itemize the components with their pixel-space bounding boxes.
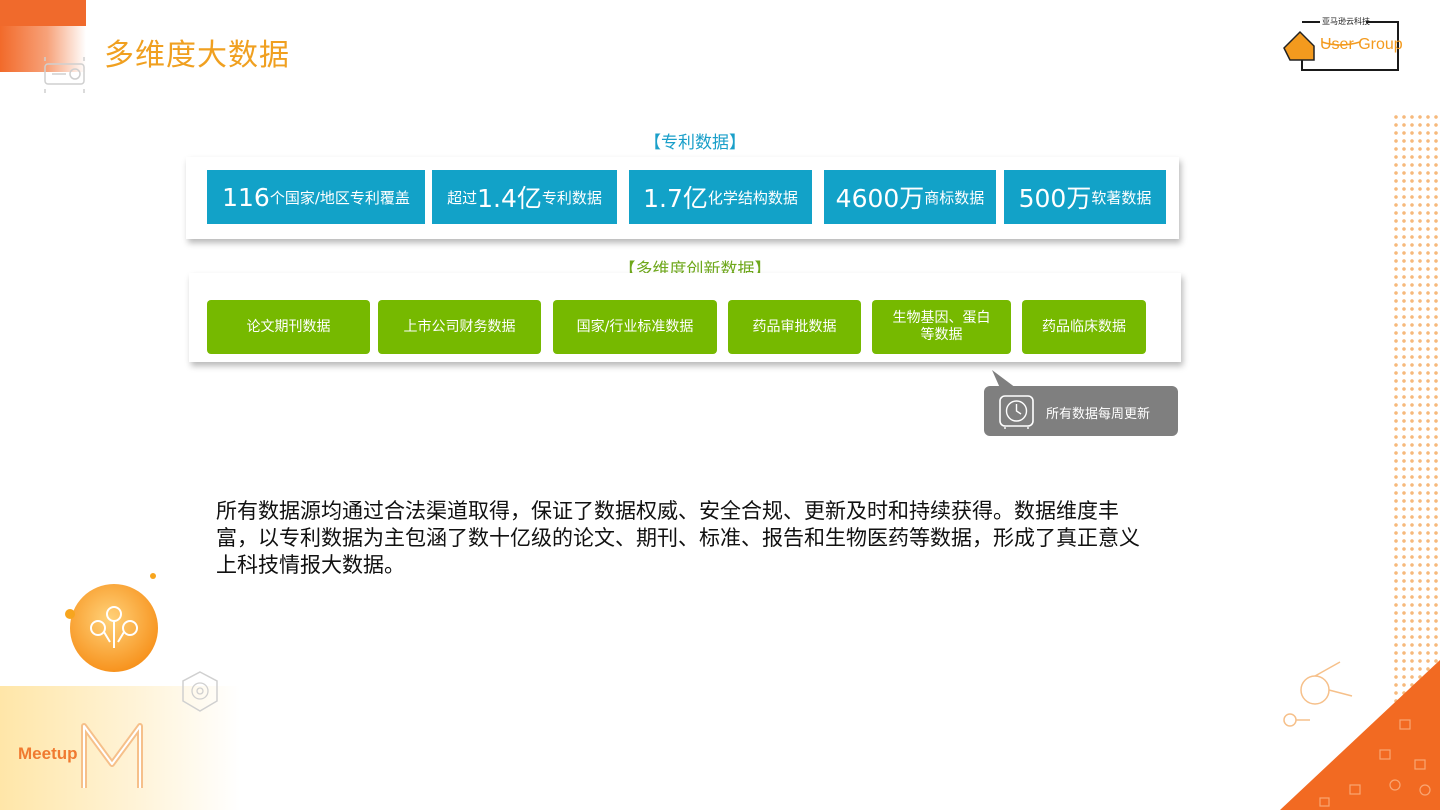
dotted-pattern	[1392, 113, 1440, 703]
innovation-item-bio: 生物基因、蛋白等数据	[872, 300, 1011, 354]
page-title: 多维度大数据	[104, 38, 290, 73]
clock-icon	[999, 395, 1034, 429]
stat-value: 4600万	[835, 184, 925, 213]
innovation-item-clinical: 药品临床数据	[1022, 300, 1146, 354]
innovation-item-standards: 国家/行业标准数据	[553, 300, 717, 354]
stat-label: 个国家/地区专利覆盖	[269, 188, 410, 207]
logo-group-text: User Group	[1320, 36, 1403, 53]
m-letter-logo	[81, 723, 143, 788]
innovation-item-finance: 上市公司财务数据	[378, 300, 541, 354]
stat-value: 1.7亿	[643, 184, 708, 213]
patent-stat-chemical: 1.7亿 化学结构数据	[629, 170, 812, 224]
patent-stat-patents: 超过 1.4亿 专利数据	[432, 170, 617, 224]
patent-stat-software: 500万 软著数据	[1004, 170, 1166, 224]
stat-label: 专利数据	[541, 188, 602, 207]
callout-text: 所有数据每周更新	[1046, 407, 1151, 422]
description-paragraph: 所有数据源均通过合法渠道取得，保证了数据权威、安全合规、更新及时和持续获得。数据…	[216, 499, 1140, 577]
patent-stat-countries: 116 个国家/地区专利覆盖	[207, 170, 425, 224]
meetup-label: Meetup	[18, 744, 78, 763]
stat-prefix: 超过	[447, 188, 478, 207]
hexagon-icon	[182, 671, 218, 712]
stat-value: 1.4亿	[477, 184, 542, 213]
stat-label: 商标数据	[924, 188, 985, 207]
corner-accent-bar	[0, 0, 86, 26]
stat-value: 500万	[1018, 184, 1092, 213]
innovation-item-papers: 论文期刊数据	[207, 300, 370, 354]
logo-brand-text: 亚马逊云科技	[1322, 17, 1370, 26]
patent-stat-trademark: 4600万 商标数据	[824, 170, 996, 224]
patent-section-header: 【专利数据】	[644, 133, 746, 153]
stat-label: 化学结构数据	[707, 188, 798, 207]
stat-value: 116	[222, 182, 270, 212]
device-icon	[44, 57, 85, 93]
corner-triangle-pattern	[1280, 660, 1440, 810]
user-group-logo: 亚马逊云科技 User Group	[1280, 14, 1412, 74]
stat-label: 软著数据	[1091, 188, 1152, 207]
tech-circle-icon	[65, 573, 158, 672]
innovation-item-drug-approval: 药品审批数据	[728, 300, 861, 354]
